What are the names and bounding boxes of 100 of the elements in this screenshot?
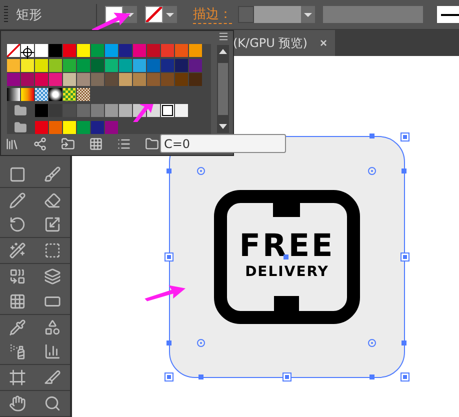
color-swatch[interactable]	[21, 88, 34, 100]
color-swatch[interactable]	[21, 58, 34, 72]
color-swatch[interactable]	[133, 58, 146, 72]
folder-icon[interactable]	[14, 120, 27, 134]
color-swatch[interactable]	[77, 104, 90, 117]
frame-icon[interactable]	[9, 369, 26, 386]
search-icon[interactable]	[44, 395, 61, 412]
brush-stroke-preview[interactable]	[437, 6, 459, 23]
shapes-icon[interactable]	[44, 318, 61, 336]
rectangle-icon[interactable]	[9, 166, 26, 183]
color-swatch[interactable]	[105, 58, 118, 72]
color-swatch[interactable]	[49, 104, 62, 117]
color-swatch[interactable]	[105, 44, 118, 57]
color-swatch[interactable]	[147, 44, 160, 57]
folder-icon[interactable]	[14, 104, 27, 117]
color-swatch[interactable]	[77, 44, 90, 57]
color-swatch[interactable]	[91, 58, 104, 72]
share-icon[interactable]	[33, 137, 47, 151]
color-swatch[interactable]	[49, 58, 62, 72]
color-swatch[interactable]	[21, 44, 34, 57]
color-swatch[interactable]	[161, 58, 174, 72]
panel-grip[interactable]	[4, 6, 8, 24]
scale-icon[interactable]	[44, 216, 61, 234]
color-swatch[interactable]	[77, 58, 90, 72]
color-swatch[interactable]	[133, 73, 146, 86]
color-swatch[interactable]	[35, 120, 48, 134]
color-swatch[interactable]	[77, 88, 90, 100]
stroke-label[interactable]: 描边：	[193, 5, 232, 24]
list-icon[interactable]	[117, 137, 131, 151]
wand-icon[interactable]	[9, 242, 26, 260]
eyedropper-icon[interactable]	[9, 318, 26, 336]
color-swatch[interactable]	[175, 44, 188, 57]
color-swatch[interactable]	[161, 44, 174, 57]
color-swatch[interactable]	[7, 44, 20, 57]
stroke-swatch[interactable]	[145, 6, 163, 23]
grid-icon[interactable]	[9, 292, 26, 310]
color-swatch[interactable]	[49, 73, 62, 86]
stroke-weight-dropdown[interactable]	[301, 6, 315, 23]
color-swatch[interactable]	[77, 73, 90, 86]
color-swatch[interactable]	[147, 73, 160, 86]
stroke-weight-field[interactable]	[254, 6, 301, 23]
color-swatch[interactable]	[161, 73, 174, 86]
color-swatch[interactable]	[91, 104, 104, 117]
color-swatch[interactable]	[91, 120, 104, 134]
color-swatch[interactable]	[133, 44, 146, 57]
folder-link-icon[interactable]	[61, 137, 75, 151]
color-swatch[interactable]	[7, 58, 20, 72]
slice-icon[interactable]	[44, 369, 61, 386]
color-swatch[interactable]	[161, 104, 174, 117]
color-swatch[interactable]	[119, 44, 132, 57]
color-swatch[interactable]	[35, 44, 48, 57]
color-swatch[interactable]	[175, 73, 188, 86]
folder-icon[interactable]	[145, 137, 159, 151]
color-swatch[interactable]	[35, 58, 48, 72]
color-swatch[interactable]	[49, 88, 62, 100]
color-swatch[interactable]	[21, 73, 34, 86]
color-swatch[interactable]	[77, 120, 90, 134]
color-swatch[interactable]	[49, 44, 62, 57]
color-swatch[interactable]	[63, 104, 76, 117]
color-swatch[interactable]	[7, 73, 20, 86]
color-swatch[interactable]	[105, 73, 118, 86]
color-swatch[interactable]	[189, 73, 202, 86]
combine-icon[interactable]	[9, 268, 26, 286]
color-swatch[interactable]	[35, 73, 48, 86]
hand-icon[interactable]	[9, 395, 26, 412]
color-swatch[interactable]	[91, 73, 104, 86]
color-swatch[interactable]	[189, 44, 202, 57]
dashed-square-icon[interactable]	[44, 242, 61, 260]
panel-menu-icon[interactable]	[218, 31, 229, 42]
close-button[interactable]: ×	[320, 36, 327, 50]
color-swatch[interactable]	[175, 58, 188, 72]
rotate-icon[interactable]	[9, 216, 26, 234]
color-swatch[interactable]	[49, 120, 62, 134]
color-swatch[interactable]	[175, 104, 188, 117]
grid-icon[interactable]	[89, 137, 103, 151]
color-swatch[interactable]	[63, 88, 76, 100]
color-swatch[interactable]	[35, 104, 48, 117]
library-icon[interactable]	[5, 137, 19, 151]
scrollbar[interactable]	[217, 45, 229, 133]
color-swatch[interactable]	[63, 73, 76, 86]
color-swatch[interactable]	[35, 88, 48, 100]
color-swatch[interactable]	[63, 44, 76, 57]
color-swatch[interactable]	[7, 88, 20, 100]
document-tab[interactable]: (K/GPU 预览) ×	[233, 30, 335, 56]
pencil-icon[interactable]	[9, 192, 26, 209]
color-swatch[interactable]	[91, 44, 104, 57]
color-swatch[interactable]	[119, 73, 132, 86]
color-swatch[interactable]	[147, 58, 160, 72]
color-swatch[interactable]	[63, 120, 76, 134]
stroke-dropdown-button[interactable]	[163, 6, 177, 23]
color-swatch[interactable]	[63, 58, 76, 72]
color-swatch[interactable]	[119, 58, 132, 72]
eraser-icon[interactable]	[44, 192, 61, 209]
brush-icon[interactable]	[44, 166, 61, 183]
color-swatch[interactable]	[119, 104, 132, 117]
layers-icon[interactable]	[44, 268, 61, 286]
bar-chart-icon[interactable]	[44, 343, 61, 360]
spray-can-icon[interactable]	[9, 343, 26, 360]
color-swatch[interactable]	[105, 104, 118, 117]
color-swatch[interactable]	[189, 58, 202, 72]
